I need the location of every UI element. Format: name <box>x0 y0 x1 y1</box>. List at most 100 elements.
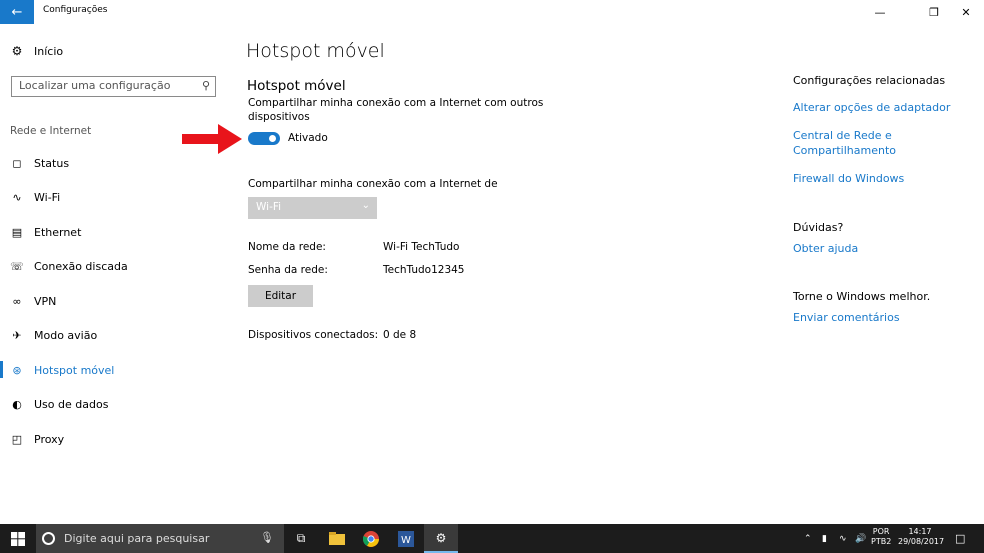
language-indicator[interactable]: POR PTB2 <box>871 527 891 547</box>
close-icon: ✕ <box>961 5 971 19</box>
microphone-icon[interactable]: 🎙 <box>260 531 274 544</box>
section-label: Rede e Internet <box>10 125 92 137</box>
folder-icon <box>329 532 345 545</box>
ethernet-icon: ▤ <box>11 225 23 239</box>
sidebar-item-vpn[interactable]: ∞ VPN <box>10 292 56 310</box>
sidebar-item-label: Status <box>34 156 70 170</box>
file-explorer-button[interactable] <box>320 524 354 553</box>
toggle-knob <box>269 135 276 142</box>
taskbar-search-placeholder: Digite aqui para pesquisar <box>64 532 210 545</box>
title-bar: ← Configurações — ❐ ✕ <box>0 0 984 24</box>
taskbar-search-box[interactable]: Digite aqui para pesquisar 🎙 <box>36 524 284 553</box>
start-button[interactable] <box>0 524 36 553</box>
adapter-options-link[interactable]: Alterar opções de adaptador <box>793 100 950 115</box>
settings-taskbar-button[interactable]: ⚙ <box>424 524 458 553</box>
sidebar: ⚙ Início Localizar uma configuração ⚲ Re… <box>0 24 228 524</box>
sidebar-item-ethernet[interactable]: ▤ Ethernet <box>10 223 82 241</box>
password-label: Senha da rede: <box>248 264 328 276</box>
minimize-icon: — <box>874 5 886 19</box>
password-value: TechTudo12345 <box>383 264 465 276</box>
keyboard-layout: PTB2 <box>871 537 892 546</box>
clock-date: 29/08/2017 <box>898 537 945 546</box>
dialup-icon: ☏ <box>10 259 24 273</box>
task-view-button[interactable]: ⧉ <box>284 524 318 553</box>
vpn-icon: ∞ <box>12 294 22 308</box>
sidebar-item-label: Uso de dados <box>34 397 109 411</box>
home-label: Início <box>34 44 64 58</box>
action-center-icon[interactable]: □ <box>955 524 965 553</box>
toggle-state-label: Ativado <box>288 132 328 144</box>
network-sharing-center-link[interactable]: Central de Rede e Compartilhamento <box>793 128 903 158</box>
settings-search-input[interactable]: Localizar uma configuração ⚲ <box>11 76 216 97</box>
wifi-tray-icon[interactable]: ∿ <box>839 524 847 553</box>
questions-title: Dúvidas? <box>793 221 844 234</box>
dropdown-value: Wi-Fi <box>256 201 282 213</box>
maximize-icon: ❐ <box>929 5 939 19</box>
sidebar-item-label: Hotspot móvel <box>34 363 115 377</box>
sidebar-item-label: Proxy <box>34 432 65 446</box>
network-name-value: Wi-Fi TechTudo <box>383 241 460 253</box>
sidebar-item-label: Wi-Fi <box>34 190 61 204</box>
battery-icon[interactable]: ▮ <box>822 524 827 553</box>
share-from-label: Compartilhar minha conexão com a Interne… <box>248 178 498 190</box>
word-button[interactable]: W <box>389 524 423 553</box>
home-nav-item[interactable]: ⚙ Início <box>10 44 64 58</box>
search-icon: ⚲ <box>201 79 210 92</box>
airplane-icon: ✈ <box>12 328 22 342</box>
chevron-down-icon: ⌄ <box>361 200 370 211</box>
tray-chevron-icon[interactable]: ⌃ <box>804 524 812 553</box>
hotspot-toggle[interactable] <box>248 132 280 145</box>
sidebar-item-airplane[interactable]: ✈ Modo avião <box>10 326 97 344</box>
sidebar-item-data-usage[interactable]: ◐ Uso de dados <box>10 395 108 413</box>
minimize-button[interactable]: — <box>857 0 903 24</box>
gear-icon: ⚙ <box>435 530 447 545</box>
improve-windows-title: Torne o Windows melhor. <box>793 290 931 303</box>
get-help-link[interactable]: Obter ajuda <box>793 241 858 256</box>
taskbar: Digite aqui para pesquisar 🎙 ⧉ W ⚙ ⌃ ▮ ∿… <box>0 524 984 553</box>
svg-text:W: W <box>401 535 411 546</box>
page-title: Hotspot móvel <box>246 40 385 62</box>
chrome-icon <box>363 530 379 547</box>
network-name-label: Nome da rede: <box>248 241 326 253</box>
share-from-dropdown[interactable]: Wi-Fi ⌄ <box>248 197 377 219</box>
sidebar-item-dialup[interactable]: ☏ Conexão discada <box>10 257 128 275</box>
clock[interactable]: 14:17 29/08/2017 <box>898 527 945 547</box>
cortana-icon <box>42 532 55 545</box>
red-arrow-annotation <box>182 124 242 154</box>
arrow-left-icon: ← <box>11 4 23 20</box>
firewall-link[interactable]: Firewall do Windows <box>793 171 904 186</box>
sidebar-item-label: Ethernet <box>34 225 82 239</box>
sidebar-item-proxy[interactable]: ◰ Proxy <box>10 430 64 448</box>
data-usage-icon: ◐ <box>12 397 22 411</box>
sidebar-item-label: VPN <box>34 294 57 308</box>
clock-time: 14:17 <box>908 527 932 536</box>
devices-value: 0 de 8 <box>383 329 417 341</box>
app-title: Configurações <box>43 5 108 15</box>
windows-logo-icon <box>11 531 25 546</box>
edit-button-label: Editar <box>264 290 297 302</box>
gear-icon: ⚙ <box>11 44 23 58</box>
volume-icon[interactable]: 🔊 <box>855 524 866 553</box>
search-placeholder: Localizar uma configuração <box>19 79 171 92</box>
section-title: Hotspot móvel <box>247 78 346 94</box>
task-view-icon: ⧉ <box>296 531 306 545</box>
back-button[interactable]: ← <box>0 0 34 24</box>
sidebar-item-wifi[interactable]: ∿ Wi-Fi <box>10 188 60 206</box>
send-feedback-link[interactable]: Enviar comentários <box>793 310 900 325</box>
active-indicator <box>0 361 3 378</box>
wifi-icon: ∿ <box>12 190 22 204</box>
related-settings-title: Configurações relacionadas <box>793 74 946 87</box>
sidebar-item-label: Conexão discada <box>34 259 128 273</box>
language-code: POR <box>872 527 890 536</box>
sidebar-item-label: Modo avião <box>34 328 98 342</box>
sidebar-item-hotspot[interactable]: ⊛ Hotspot móvel <box>10 361 114 379</box>
close-button[interactable]: ✕ <box>943 0 984 24</box>
share-description: Compartilhar minha conexão com a Interne… <box>248 97 544 123</box>
status-icon: ◻ <box>12 156 22 170</box>
sidebar-item-status[interactable]: ◻ Status <box>10 154 69 172</box>
word-icon: W <box>398 530 414 547</box>
hotspot-icon: ⊛ <box>12 363 22 377</box>
chrome-button[interactable] <box>354 524 388 553</box>
edit-button[interactable]: Editar <box>248 285 313 307</box>
devices-label: Dispositivos conectados: <box>248 329 379 341</box>
